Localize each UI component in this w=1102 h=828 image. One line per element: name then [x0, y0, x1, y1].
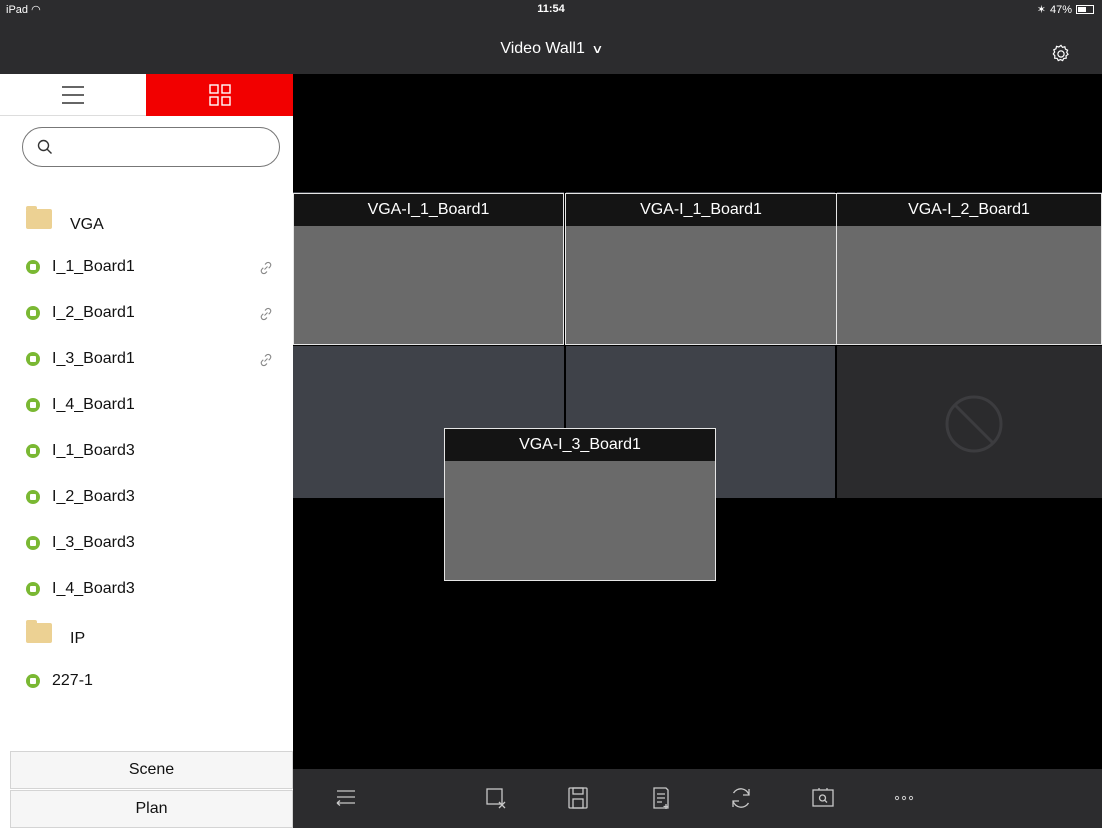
grid-view-button[interactable]	[146, 74, 293, 116]
device-item[interactable]: I_1_Board3	[0, 430, 293, 476]
forbidden-icon	[945, 395, 1003, 453]
close-window-icon[interactable]	[483, 785, 509, 811]
camera-online-icon	[26, 352, 40, 366]
save-icon[interactable]	[565, 785, 591, 811]
device-label: 227-1	[52, 672, 93, 689]
device-item[interactable]: I_4_Board3	[0, 568, 293, 614]
collapse-list-icon[interactable]	[333, 785, 359, 811]
device-label: I_2_Board3	[52, 488, 135, 505]
page-title: Video Wall1	[500, 40, 585, 57]
search-box	[22, 127, 280, 167]
link-icon	[260, 261, 272, 275]
folder-ip[interactable]: IP	[0, 614, 293, 660]
bluetooth-icon: ✶	[1036, 4, 1046, 16]
list-icon	[62, 85, 84, 104]
device-item[interactable]: I_2_Board1	[0, 292, 293, 338]
disabled-screen	[837, 346, 1102, 498]
device-item[interactable]: 227-1	[0, 660, 293, 706]
scene-button[interactable]: Scene	[10, 751, 293, 789]
folder-icon	[26, 620, 52, 643]
preview-icon[interactable]	[810, 785, 836, 811]
window-title: VGA-I_3_Board1	[445, 429, 715, 461]
camera-online-icon	[26, 306, 40, 320]
gear-icon[interactable]	[1050, 43, 1072, 65]
grid-icon	[208, 84, 231, 106]
camera-online-icon	[26, 260, 40, 274]
video-wall: VGA-I_1_Board1 VGA-I_1_Board1 VGA-I_2_Bo…	[293, 74, 1102, 769]
search-icon	[37, 139, 52, 154]
device-label: I_3_Board1	[52, 350, 135, 367]
list-view-button[interactable]	[0, 74, 146, 116]
device-label: I_4_Board3	[52, 580, 135, 597]
folder-vga[interactable]: VGA	[0, 200, 293, 246]
folder-label: VGA	[70, 216, 104, 233]
wall-window[interactable]: VGA-I_1_Board1	[293, 193, 564, 345]
refresh-icon[interactable]	[728, 785, 754, 811]
sidebar: VGA I_1_Board1 I_2_Board1 I_3_Board1 I_4…	[0, 74, 293, 828]
more-icon[interactable]	[891, 785, 917, 811]
window-title: VGA-I_1_Board1	[566, 194, 836, 226]
view-mode-toggle	[0, 74, 293, 116]
link-icon	[260, 307, 272, 321]
camera-online-icon	[26, 490, 40, 504]
plan-button[interactable]: Plan	[10, 790, 293, 828]
status-bar: iPad ◠ 11:54 ✶ 47%	[0, 0, 1102, 20]
wall-window[interactable]: VGA-I_2_Board1	[836, 193, 1102, 345]
camera-online-icon	[26, 444, 40, 458]
chevron-down-icon: ∨	[591, 42, 604, 56]
device-label: I_1_Board1	[52, 258, 135, 275]
camera-online-icon	[26, 674, 40, 688]
device-label: I_3_Board3	[52, 534, 135, 551]
device-item[interactable]: I_3_Board1	[0, 338, 293, 384]
device-label: I_2_Board1	[52, 304, 135, 321]
device-item[interactable]: I_4_Board1	[0, 384, 293, 430]
camera-online-icon	[26, 582, 40, 596]
window-title: VGA-I_2_Board1	[837, 194, 1101, 226]
battery-status: ✶ 47%	[1037, 3, 1094, 16]
wall-selector[interactable]: Video Wall1 ∨	[0, 40, 1102, 58]
wall-toolbar	[293, 769, 1102, 828]
folder-label: IP	[70, 630, 86, 647]
device-tree: VGA I_1_Board1 I_2_Board1 I_3_Board1 I_4…	[0, 200, 293, 706]
folder-icon	[26, 206, 52, 229]
nav-bar: Video Wall1 ∨	[0, 20, 1102, 74]
device-item[interactable]: I_2_Board3	[0, 476, 293, 522]
battery-percent: 47%	[1049, 3, 1072, 16]
wall-window[interactable]: VGA-I_1_Board1	[565, 193, 837, 345]
link-icon	[260, 353, 272, 367]
camera-online-icon	[26, 398, 40, 412]
wall-window-floating[interactable]: VGA-I_3_Board1	[444, 428, 716, 581]
clock: 11:54	[537, 3, 565, 15]
add-plan-icon[interactable]	[648, 785, 674, 811]
device-label: I_4_Board1	[52, 396, 135, 413]
search-input[interactable]	[63, 136, 263, 158]
battery-icon	[1076, 5, 1094, 14]
device-label: I_1_Board3	[52, 442, 135, 459]
window-title: VGA-I_1_Board1	[294, 194, 563, 226]
camera-online-icon	[26, 536, 40, 550]
device-item[interactable]: I_3_Board3	[0, 522, 293, 568]
device-item[interactable]: I_1_Board1	[0, 246, 293, 292]
